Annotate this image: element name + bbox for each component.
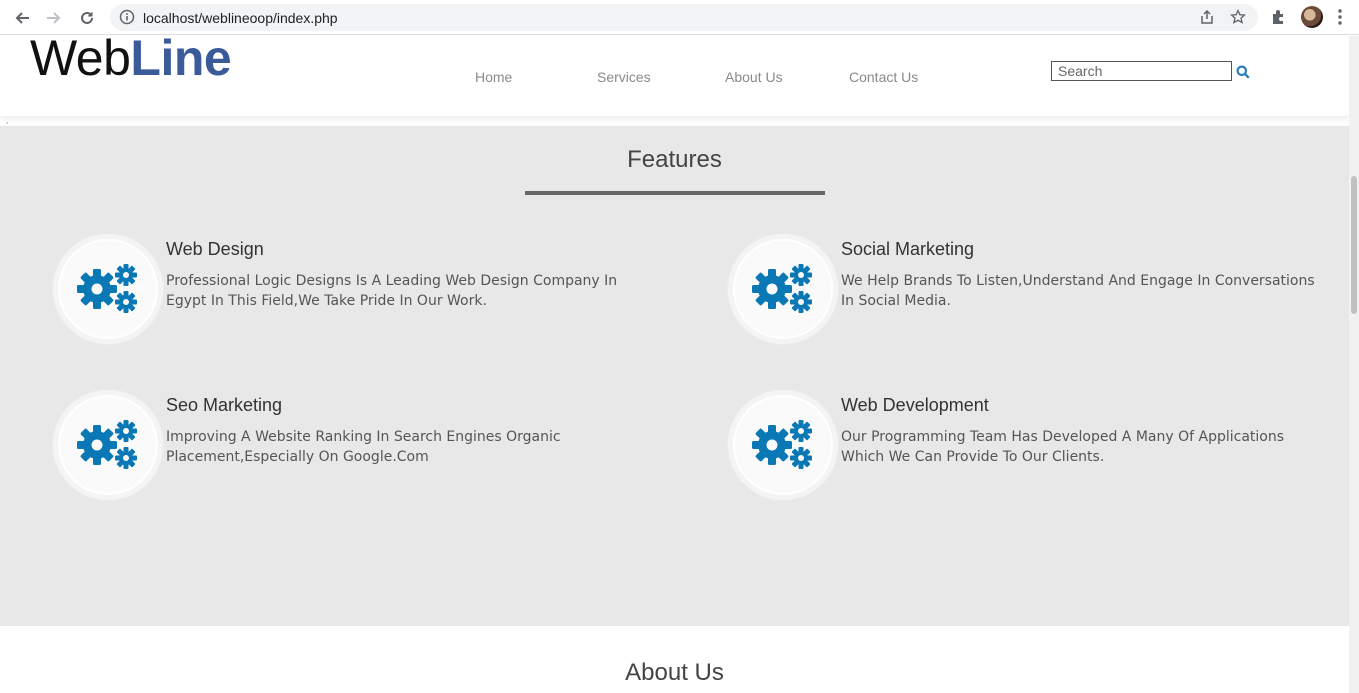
url-text: localhost/weblineoop/index.php	[143, 10, 338, 26]
feature-title: Web Development	[841, 395, 989, 415]
gears-icon	[752, 264, 812, 313]
extensions-puzzle-icon[interactable]	[1270, 8, 1288, 26]
scrollbar-thumb[interactable]	[1351, 176, 1357, 314]
search-input[interactable]	[1051, 61, 1232, 81]
share-icon[interactable]	[1199, 9, 1215, 25]
features-section: Features Web Design Professional Logic D…	[0, 126, 1349, 626]
gears-icon	[752, 420, 812, 469]
search-icon[interactable]	[1236, 65, 1250, 79]
profile-avatar[interactable]	[1301, 6, 1323, 28]
reload-icon	[81, 11, 93, 24]
page-scrollbar[interactable]	[1349, 36, 1359, 693]
address-bar[interactable]: localhost/weblineoop/index.php	[110, 4, 1258, 31]
feature-title: Social Marketing	[841, 239, 975, 259]
feature-title: Web Design	[166, 239, 264, 259]
bookmark-star-icon[interactable]	[1230, 9, 1246, 25]
gears-icon	[77, 420, 137, 469]
logo-line-text: Line	[130, 36, 232, 86]
feature-card: Seo Marketing Improving A Website Rankin…	[53, 390, 653, 500]
site-header: WebLine Home Services About Us Contact U…	[0, 36, 1349, 116]
gears-icon	[77, 264, 137, 313]
reload-button[interactable]	[76, 7, 98, 29]
feature-description: We Help Brands To Listen,Understand And …	[841, 273, 1315, 309]
nav-home-link[interactable]: Home	[475, 69, 512, 85]
logo-web-text: Web	[30, 36, 131, 86]
feature-card: Web Development Our Programming Team Has…	[728, 390, 1328, 500]
feature-title: Seo Marketing	[166, 395, 283, 415]
site-logo[interactable]: WebLine	[30, 36, 232, 86]
back-button[interactable]	[11, 7, 33, 29]
feature-icon-circle	[53, 234, 163, 344]
about-title: About Us	[625, 659, 724, 686]
title-divider	[525, 191, 825, 195]
feature-icon-circle	[53, 390, 163, 500]
forward-button[interactable]	[43, 7, 65, 29]
info-icon	[119, 9, 135, 25]
feature-card: Social Marketing We Help Brands To Liste…	[728, 234, 1328, 344]
nav-contact-link[interactable]: Contact Us	[849, 69, 918, 85]
features-title: Features	[627, 146, 722, 173]
page-viewport: WebLine Home Services About Us Contact U…	[0, 36, 1349, 693]
feature-icon-circle	[728, 390, 838, 500]
feature-card: Web Design Professional Logic Designs Is…	[53, 234, 653, 344]
feature-description: Professional Logic Designs Is A Leading …	[166, 273, 618, 309]
forward-arrow-icon	[47, 12, 61, 24]
nav-about-link[interactable]: About Us	[725, 69, 783, 85]
feature-description: Improving A Website Ranking In Search En…	[166, 429, 561, 465]
feature-icon-circle	[728, 234, 838, 344]
back-arrow-icon	[15, 12, 29, 24]
feature-description: Our Programming Team Has Developed A Man…	[841, 429, 1285, 465]
about-section: About Us	[0, 626, 1349, 693]
browser-toolbar: localhost/weblineoop/index.php	[0, 0, 1359, 35]
kebab-menu-icon[interactable]	[1338, 9, 1342, 25]
nav-services-link[interactable]: Services	[597, 69, 651, 85]
stray-comma: ,	[6, 116, 9, 125]
